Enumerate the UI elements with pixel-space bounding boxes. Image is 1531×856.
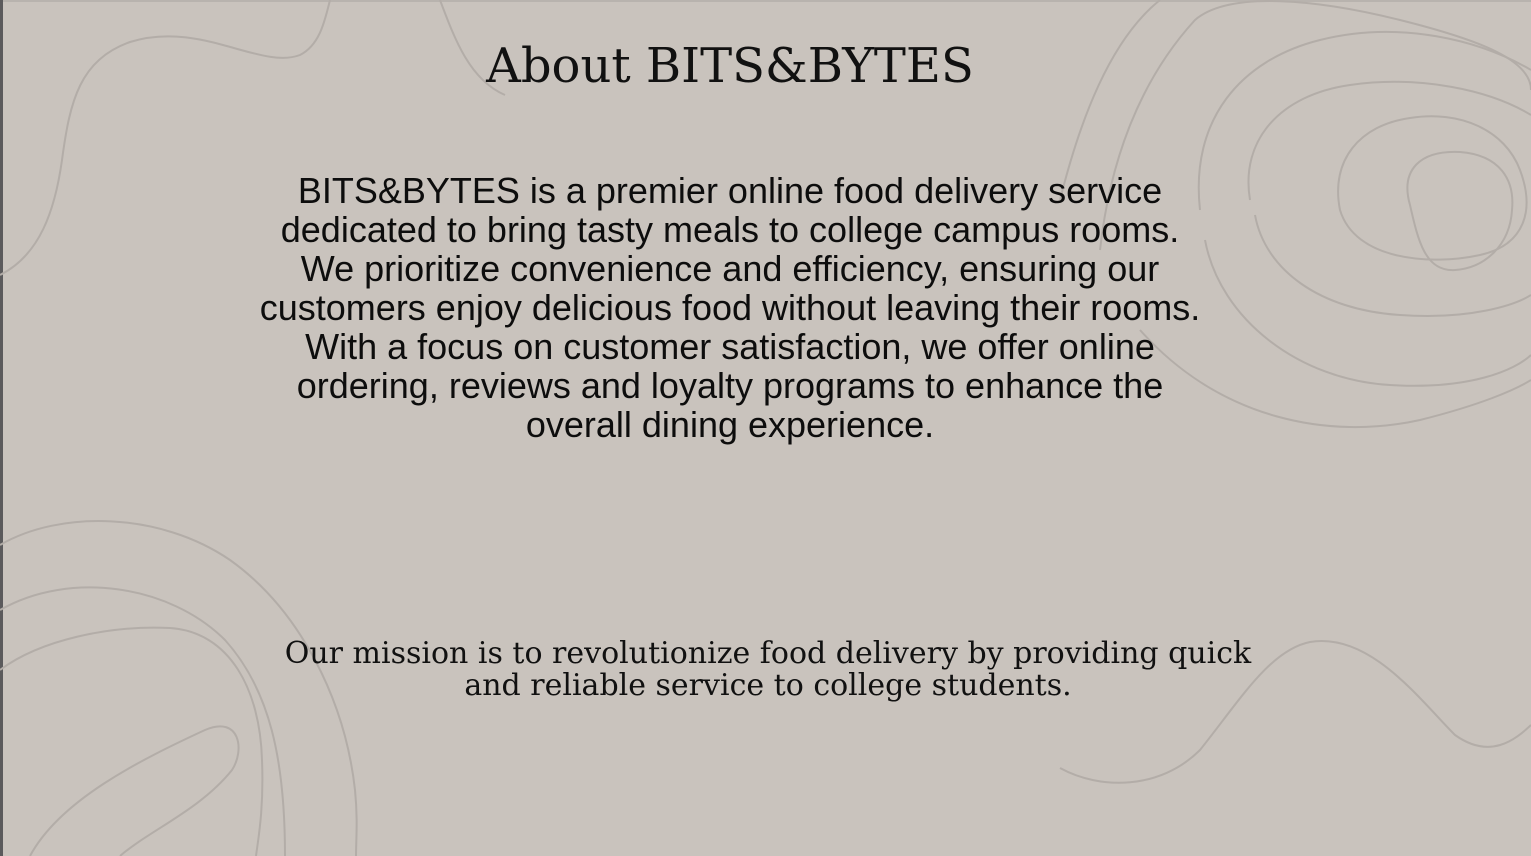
page-title: About BITS&BYTES xyxy=(486,38,974,94)
mission-statement: Our mission is to revolutionize food del… xyxy=(284,636,1252,703)
about-description: BITS&BYTES is a premier online food deli… xyxy=(259,170,1201,445)
